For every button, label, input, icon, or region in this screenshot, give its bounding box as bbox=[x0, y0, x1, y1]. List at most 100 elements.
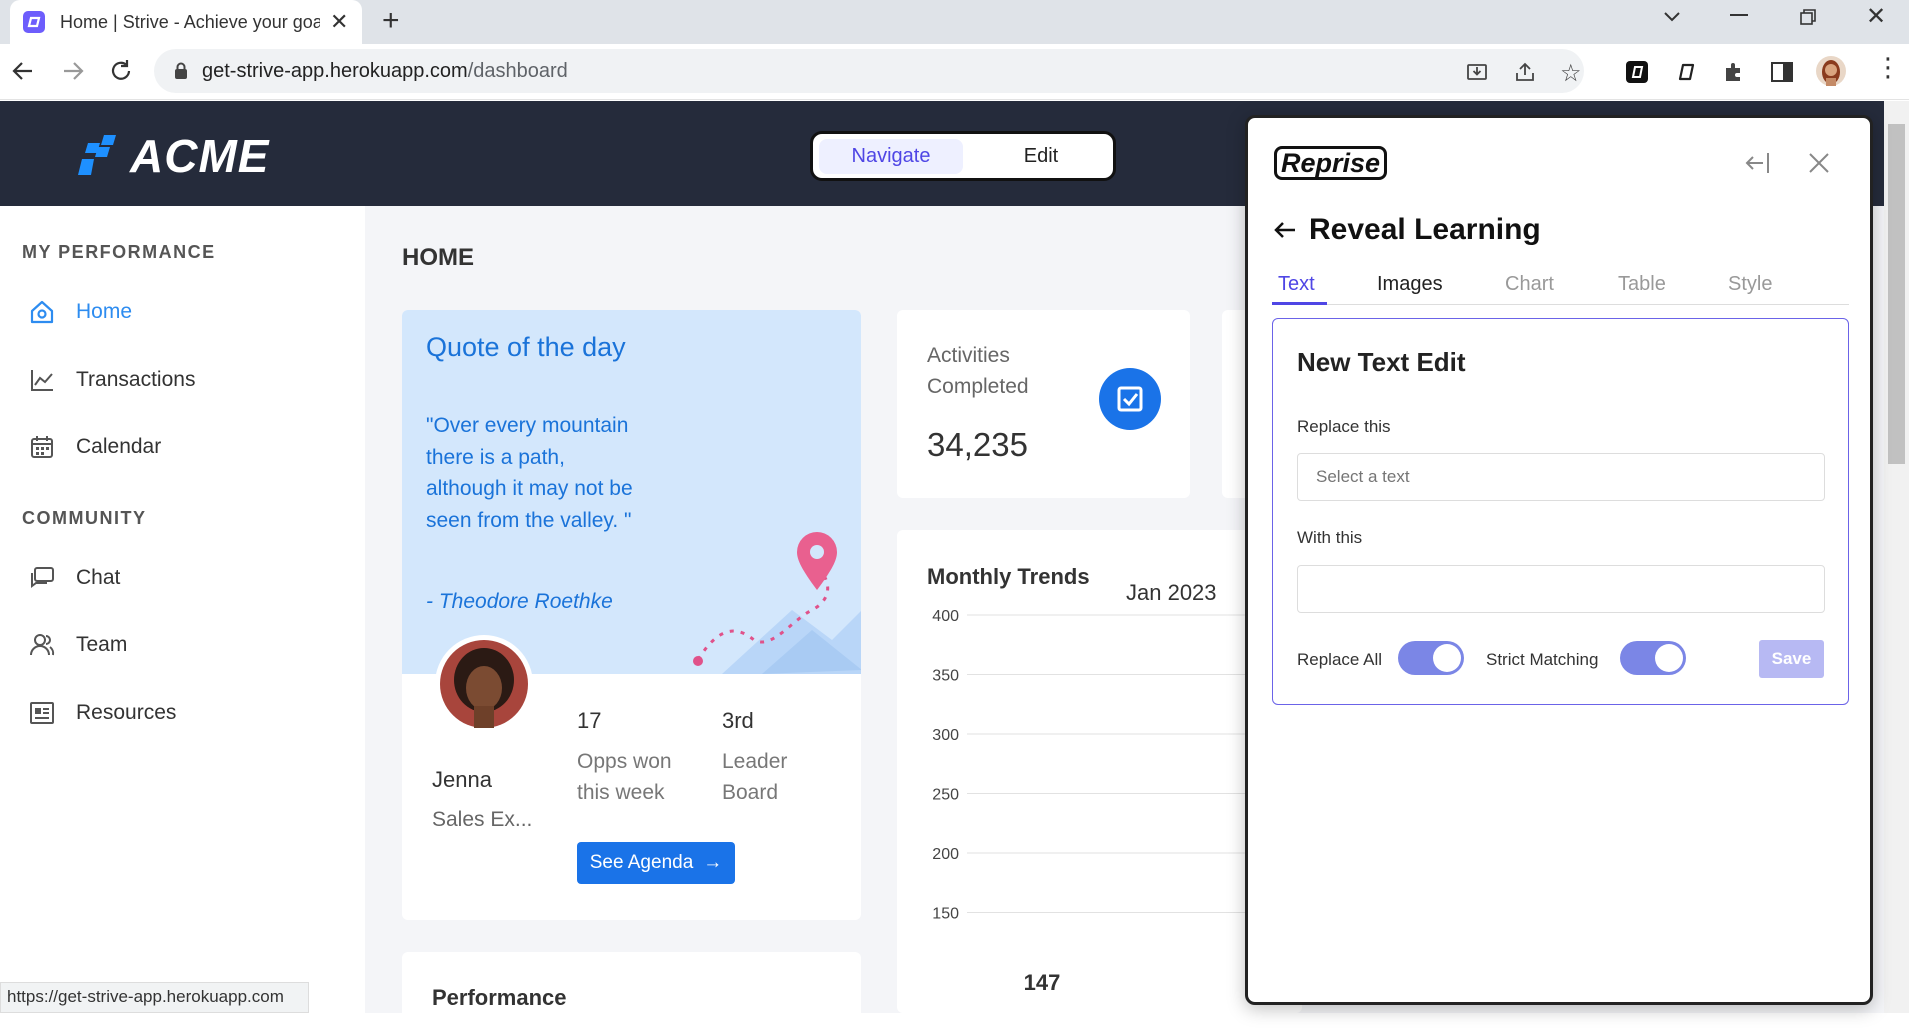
rank-value: 3rd bbox=[722, 708, 754, 733]
address-bar: get-strive-app.herokuapp.com/dashboard ☆… bbox=[0, 44, 1909, 100]
sidebar: MY PERFORMANCE Home Transactions Calenda… bbox=[0, 206, 365, 1013]
lock-icon[interactable] bbox=[174, 62, 188, 80]
tab-table[interactable]: Table bbox=[1618, 273, 1666, 296]
profile-role: Sales Ex... bbox=[432, 808, 533, 831]
chart-line-icon bbox=[28, 366, 56, 394]
see-agenda-button[interactable]: See Agenda → bbox=[577, 842, 735, 884]
arrow-right-icon: → bbox=[703, 852, 723, 873]
trends-chart: 400 350 300 250 200 150 147 bbox=[932, 608, 1302, 995]
strict-matching-toggle[interactable] bbox=[1620, 641, 1686, 675]
close-tab-icon[interactable]: ✕ bbox=[330, 9, 348, 35]
navigate-mode-button[interactable]: Navigate bbox=[819, 139, 963, 174]
replace-all-label: Replace All bbox=[1297, 650, 1383, 669]
tab-title: Home | Strive - Achieve your goa bbox=[60, 11, 320, 32]
section-community: COMMUNITY bbox=[22, 508, 147, 528]
sidebar-item-home[interactable]: Home bbox=[28, 298, 132, 326]
checkbox-icon bbox=[1099, 368, 1161, 430]
collapse-panel-icon[interactable] bbox=[1743, 148, 1773, 178]
acme-logo-text: ACME bbox=[130, 130, 270, 182]
y-tick-label: 250 bbox=[932, 787, 959, 804]
quote-author: - Theodore Roethke bbox=[426, 590, 613, 613]
sidebar-item-label: Chat bbox=[76, 566, 121, 589]
share-icon[interactable] bbox=[1514, 61, 1536, 83]
chat-icon bbox=[28, 564, 56, 592]
home-icon bbox=[28, 298, 56, 326]
opps-label: Opps won this week bbox=[577, 750, 672, 804]
close-panel-icon[interactable] bbox=[1805, 149, 1833, 177]
panel-title: Reveal Learning bbox=[1309, 213, 1541, 246]
activities-label: Activities Completed bbox=[927, 344, 1029, 398]
restore-icon[interactable] bbox=[1799, 8, 1817, 26]
sidebar-item-label: Home bbox=[76, 300, 133, 323]
with-field[interactable] bbox=[1297, 565, 1825, 613]
text-edit-form: New Text Edit Replace this With this Rep… bbox=[1272, 318, 1849, 705]
mountain-path-illustration bbox=[682, 500, 861, 674]
quote-card: Quote of the day "Over every mountain th… bbox=[402, 310, 861, 920]
replace-field[interactable] bbox=[1297, 453, 1825, 501]
back-arrow-icon[interactable] bbox=[1272, 217, 1298, 243]
team-icon bbox=[28, 631, 56, 659]
tab-text[interactable]: Text bbox=[1278, 273, 1315, 296]
forward-icon[interactable] bbox=[60, 58, 86, 84]
tab-style[interactable]: Style bbox=[1728, 273, 1772, 296]
reprise-logo: Reprise bbox=[1274, 146, 1388, 180]
side-panel-icon[interactable] bbox=[1770, 60, 1794, 84]
extensions-puzzle-icon[interactable] bbox=[1722, 60, 1746, 84]
browser-tab-bar: Home | Strive - Achieve your goa ✕ + ✕ bbox=[0, 0, 1909, 44]
see-agenda-label: See Agenda bbox=[589, 852, 694, 873]
avatar bbox=[435, 635, 533, 733]
activities-card: Activities Completed 34,235 bbox=[897, 310, 1190, 498]
url-path: /dashboard bbox=[467, 59, 568, 82]
reload-icon[interactable] bbox=[108, 58, 134, 84]
replace-label: Replace this bbox=[1297, 417, 1391, 436]
reprise-brand: Reprise bbox=[1274, 146, 1388, 180]
active-tab-indicator bbox=[1272, 302, 1327, 305]
browser-tab[interactable]: Home | Strive - Achieve your goa ✕ bbox=[10, 0, 362, 44]
close-window-icon[interactable]: ✕ bbox=[1866, 2, 1886, 31]
resources-icon bbox=[28, 699, 56, 727]
with-label: With this bbox=[1297, 528, 1363, 547]
browser-menu-icon[interactable]: ⋮ bbox=[1875, 54, 1901, 80]
tab-chart[interactable]: Chart bbox=[1505, 273, 1554, 296]
y-tick-label: 300 bbox=[932, 727, 959, 744]
opps-value: 17 bbox=[577, 708, 602, 733]
sidebar-item-label: Resources bbox=[76, 701, 177, 724]
reprise-extension-icon[interactable] bbox=[1625, 60, 1649, 84]
y-tick-label: 350 bbox=[932, 668, 959, 685]
tab-images[interactable]: Images bbox=[1377, 273, 1443, 296]
y-tick-label: 400 bbox=[932, 608, 959, 625]
rank-label: Leader Board bbox=[722, 750, 788, 804]
sidebar-item-transactions[interactable]: Transactions bbox=[28, 366, 195, 394]
url-field[interactable]: get-strive-app.herokuapp.com/dashboard ☆ bbox=[154, 49, 1584, 93]
bookmark-star-icon[interactable]: ☆ bbox=[1560, 59, 1582, 88]
quote-banner: Quote of the day "Over every mountain th… bbox=[402, 310, 861, 674]
scrollbar-thumb[interactable] bbox=[1888, 124, 1905, 464]
reprise-panel: Reprise Reveal Learning Text Images Char… bbox=[1245, 115, 1873, 1005]
back-icon[interactable] bbox=[10, 58, 36, 84]
page-title: HOME bbox=[402, 244, 474, 271]
install-icon[interactable] bbox=[1466, 61, 1488, 83]
quote-text: "Over every mountain there is a path, al… bbox=[426, 414, 633, 532]
edit-mode-button[interactable]: Edit bbox=[971, 139, 1111, 174]
replace-all-toggle[interactable] bbox=[1398, 641, 1464, 675]
performance-title: Performance bbox=[432, 985, 567, 1010]
sidebar-item-label: Transactions bbox=[76, 368, 196, 391]
new-tab-icon[interactable]: + bbox=[382, 4, 400, 38]
bar-value-label: 147 bbox=[1024, 970, 1061, 995]
extension-icon[interactable] bbox=[1674, 60, 1698, 84]
minimize-icon[interactable] bbox=[1730, 14, 1748, 16]
profile-avatar[interactable] bbox=[1816, 56, 1846, 86]
tabs-divider bbox=[1272, 304, 1849, 305]
url-text: get-strive-app.herokuapp.com/dashboard bbox=[202, 60, 568, 83]
sidebar-item-chat[interactable]: Chat bbox=[28, 564, 120, 592]
sidebar-item-team[interactable]: Team bbox=[28, 631, 127, 659]
section-my-performance: MY PERFORMANCE bbox=[22, 242, 216, 262]
sidebar-item-resources[interactable]: Resources bbox=[28, 699, 176, 727]
save-button[interactable]: Save bbox=[1759, 640, 1824, 678]
profile-name: Jenna bbox=[432, 767, 492, 792]
y-tick-label: 200 bbox=[932, 846, 959, 863]
tab-search-icon[interactable] bbox=[1662, 6, 1682, 26]
sidebar-item-calendar[interactable]: Calendar bbox=[28, 433, 161, 461]
mode-switch: Navigate Edit bbox=[810, 131, 1116, 181]
performance-card: Performance bbox=[402, 952, 861, 1032]
